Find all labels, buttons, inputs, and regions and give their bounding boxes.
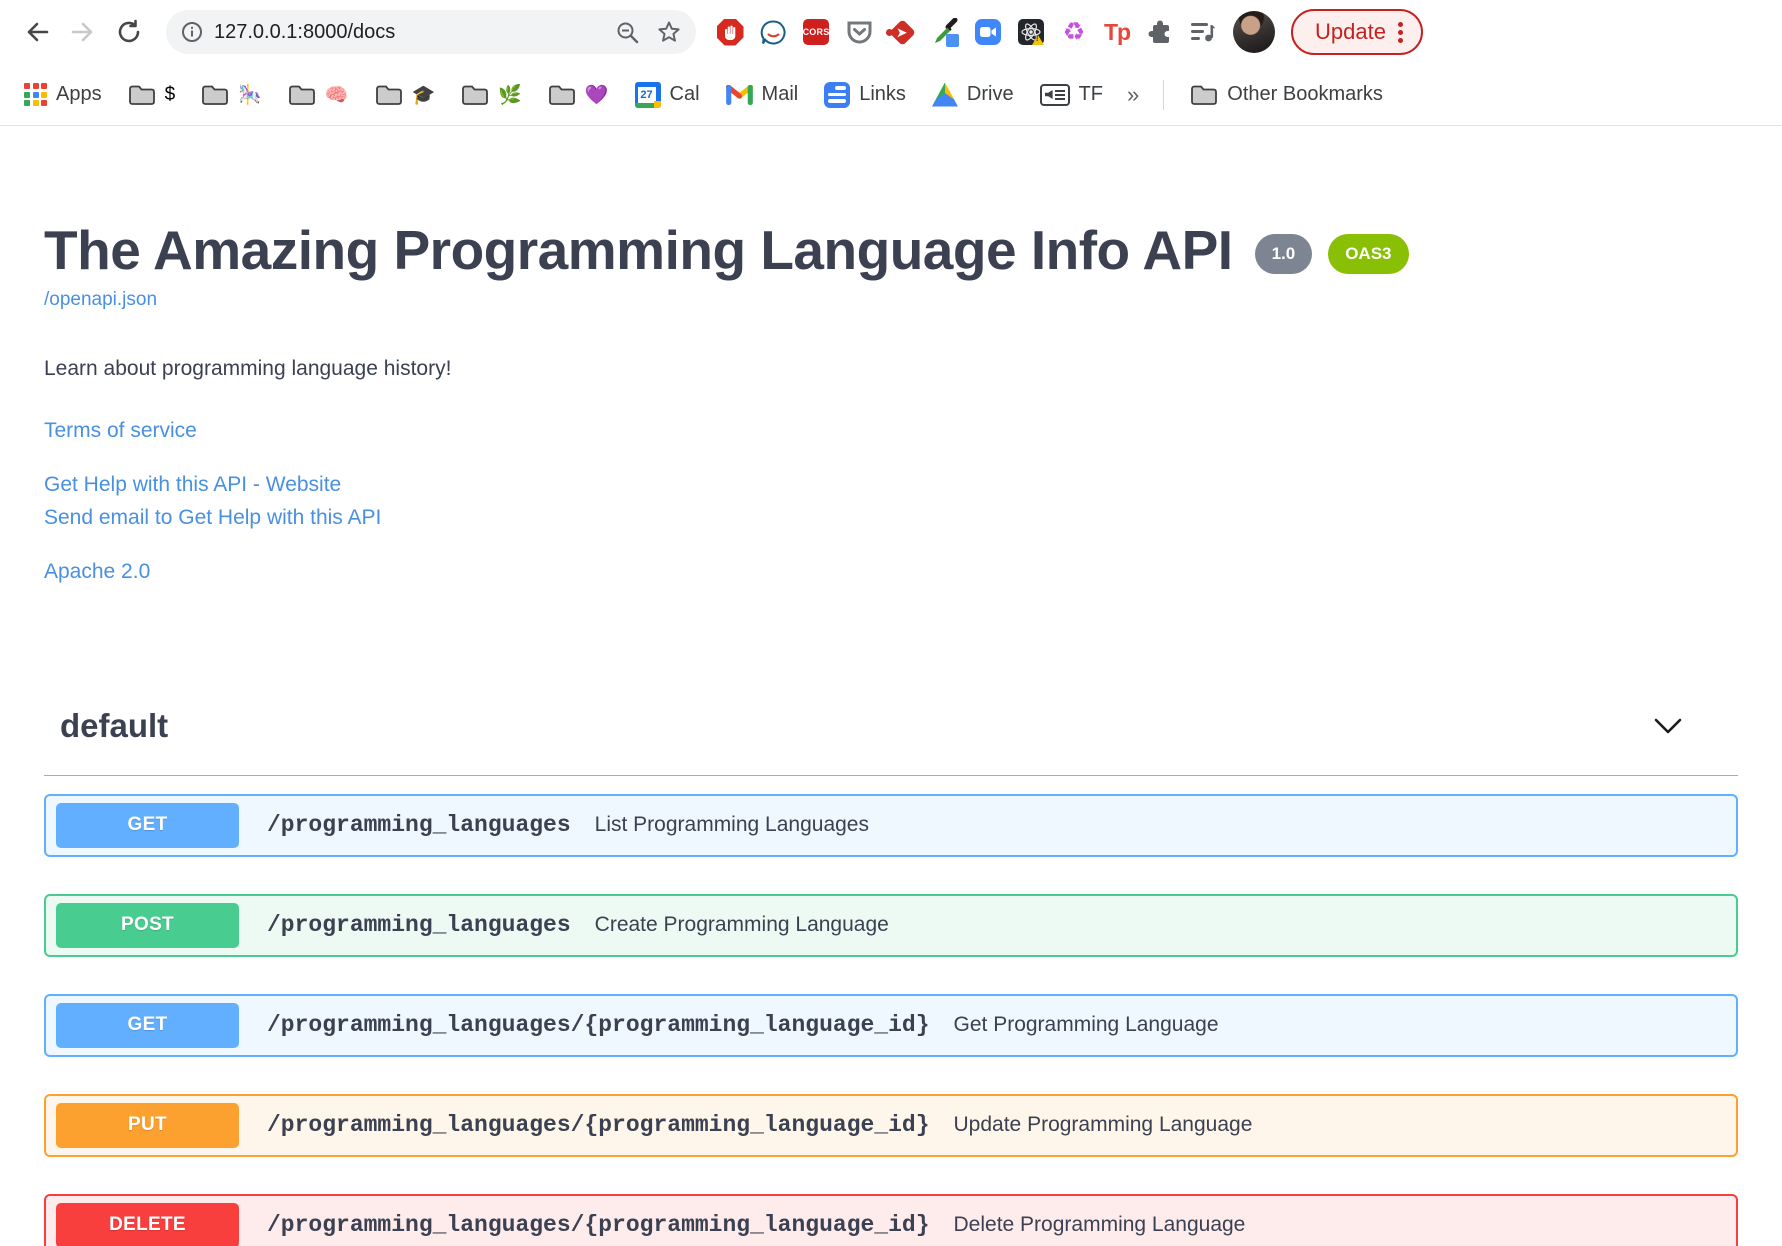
endpoint-row-create-language[interactable]: POST /programming_languages Create Progr…: [44, 893, 1738, 957]
tp-extension-icon[interactable]: Tp: [1103, 18, 1131, 46]
bookmarks-overflow-chevron[interactable]: »: [1123, 82, 1143, 108]
profile-avatar[interactable]: [1233, 11, 1275, 53]
cors-extension-icon[interactable]: CORS: [802, 18, 830, 46]
links-icon: [824, 81, 851, 108]
endpoint-path: /programming_languages/{programming_lang…: [267, 1112, 930, 1139]
bookmark-folder-money[interactable]: $: [122, 80, 182, 110]
endpoint-path: /programming_languages/{programming_lang…: [267, 1012, 930, 1039]
colorzilla-eyedropper-icon[interactable]: [931, 18, 959, 47]
update-label: Update: [1315, 19, 1386, 44]
folder-icon: [202, 85, 229, 105]
method-badge: POST: [56, 902, 239, 948]
endpoint-path: /programming_languages: [267, 912, 571, 939]
endpoint-path: /programming_languages/{programming_lang…: [267, 1212, 930, 1239]
section-divider: [44, 774, 1738, 776]
help-email-link[interactable]: Send email to Get Help with this API: [44, 502, 1738, 535]
method-badge: GET: [56, 1002, 239, 1048]
terms-of-service-link[interactable]: Terms of service: [44, 415, 1738, 448]
menu-dots-icon[interactable]: [1397, 21, 1403, 43]
chat-bubble-icon[interactable]: [759, 18, 787, 46]
folder-icon: [128, 85, 155, 105]
back-button[interactable]: [20, 15, 54, 49]
extensions-puzzle-icon[interactable]: [1146, 18, 1174, 46]
reload-button[interactable]: [112, 15, 146, 49]
license-link[interactable]: Apache 2.0: [44, 556, 1738, 589]
bookmarks-divider: [1163, 79, 1165, 110]
forward-arrow-icon: [71, 22, 93, 42]
bookmark-folder-brain[interactable]: 🧠: [282, 79, 355, 111]
bookmarks-bar: Apps $ 🎠 🧠 🎓 🌿 💜 27 Cal Mail Links Drive…: [0, 64, 1782, 126]
folder-icon: [548, 85, 575, 105]
endpoint-row-delete-language[interactable]: DELETE /programming_languages/{programmi…: [44, 1193, 1738, 1246]
react-devtools-icon[interactable]: [1017, 18, 1045, 46]
brain-emoji: 🧠: [324, 84, 349, 106]
bookmark-star-icon[interactable]: [656, 19, 682, 45]
method-badge: DELETE: [56, 1202, 239, 1246]
graduation-cap-emoji: 🎓: [411, 84, 436, 106]
zoom-app-icon[interactable]: [974, 18, 1002, 46]
folder-icon: [375, 85, 402, 105]
version-badge: 1.0: [1254, 234, 1313, 274]
help-website-link[interactable]: Get Help with this API - Website: [44, 469, 1738, 502]
folder-icon: [1191, 85, 1218, 105]
site-info-icon[interactable]: [180, 20, 204, 44]
other-bookmarks[interactable]: Other Bookmarks: [1184, 79, 1389, 110]
bookmark-drive[interactable]: Drive: [926, 79, 1020, 111]
herb-emoji: 🌿: [498, 84, 522, 106]
gmail-icon: [725, 84, 753, 105]
purple-heart-emoji: 💜: [584, 84, 609, 106]
page-title: The Amazing Programming Language Info AP…: [44, 219, 1233, 281]
bookmark-tf[interactable]: TF: [1034, 79, 1109, 110]
bookmark-folder-heart[interactable]: 💜: [542, 79, 615, 111]
swagger-docs-page: The Amazing Programming Language Info AP…: [0, 220, 1782, 1246]
method-badge: PUT: [56, 1102, 239, 1148]
endpoint-summary: Create Programming Language: [594, 913, 889, 937]
google-calendar-icon: 27: [634, 81, 661, 108]
endpoint-summary: Update Programming Language: [953, 1113, 1253, 1137]
section-title: default: [60, 706, 169, 744]
recycle-extension-icon[interactable]: ♻: [1060, 18, 1088, 46]
back-arrow-icon: [27, 22, 49, 42]
bookmark-folder-carousel[interactable]: 🎠: [195, 79, 268, 111]
endpoint-summary: Get Programming Language: [953, 1013, 1219, 1037]
bookmark-links[interactable]: Links: [818, 78, 912, 112]
chrome-update-button[interactable]: Update: [1291, 9, 1423, 55]
url-text: 127.0.0.1:8000/docs: [214, 20, 396, 43]
openapi-json-link[interactable]: /openapi.json: [44, 289, 157, 311]
carousel-emoji: 🎠: [238, 84, 262, 106]
endpoint-summary: Delete Programming Language: [953, 1213, 1246, 1237]
playlist-queue-icon[interactable]: [1189, 18, 1217, 46]
red-diamond-extension-icon[interactable]: ➤: [886, 18, 916, 46]
dollar-emoji: $: [164, 83, 176, 105]
chevron-down-icon[interactable]: [1654, 718, 1682, 734]
forward-button[interactable]: [66, 15, 100, 49]
bookmark-apps[interactable]: Apps: [18, 79, 108, 110]
method-badge: GET: [56, 802, 239, 848]
adblock-icon[interactable]: [716, 18, 744, 46]
endpoint-path: /programming_languages: [267, 812, 571, 839]
address-bar[interactable]: 127.0.0.1:8000/docs: [166, 10, 696, 54]
apps-grid-icon: [24, 83, 47, 106]
bookmark-folder-education[interactable]: 🎓: [369, 79, 442, 111]
zoom-out-icon[interactable]: [615, 20, 640, 45]
announcement-icon: [1039, 83, 1070, 106]
bookmark-folder-herb[interactable]: 🌿: [455, 79, 528, 111]
browser-toolbar: 127.0.0.1:8000/docs CORS ➤ ! ♻ Tp Update: [0, 0, 1782, 64]
api-description: Learn about programming language history…: [44, 356, 452, 380]
endpoint-row-update-language[interactable]: PUT /programming_languages/{programming_…: [44, 1093, 1738, 1157]
folder-icon: [462, 85, 489, 105]
reload-icon: [118, 19, 140, 43]
extensions-strip: CORS ➤ ♻ Tp: [716, 18, 1217, 47]
bookmark-calendar[interactable]: 27 Cal: [629, 78, 706, 112]
endpoint-row-list-languages[interactable]: GET /programming_languages List Programm…: [44, 793, 1738, 857]
endpoint-row-get-language[interactable]: GET /programming_languages/{programming_…: [44, 993, 1738, 1057]
pocket-icon[interactable]: [845, 18, 873, 46]
bookmark-mail[interactable]: Mail: [720, 79, 805, 110]
section-header-default[interactable]: default: [44, 707, 1738, 745]
folder-icon: [288, 85, 315, 105]
endpoint-summary: List Programming Languages: [594, 813, 869, 837]
oas3-badge: OAS3: [1328, 234, 1409, 274]
google-drive-icon: [931, 82, 958, 107]
